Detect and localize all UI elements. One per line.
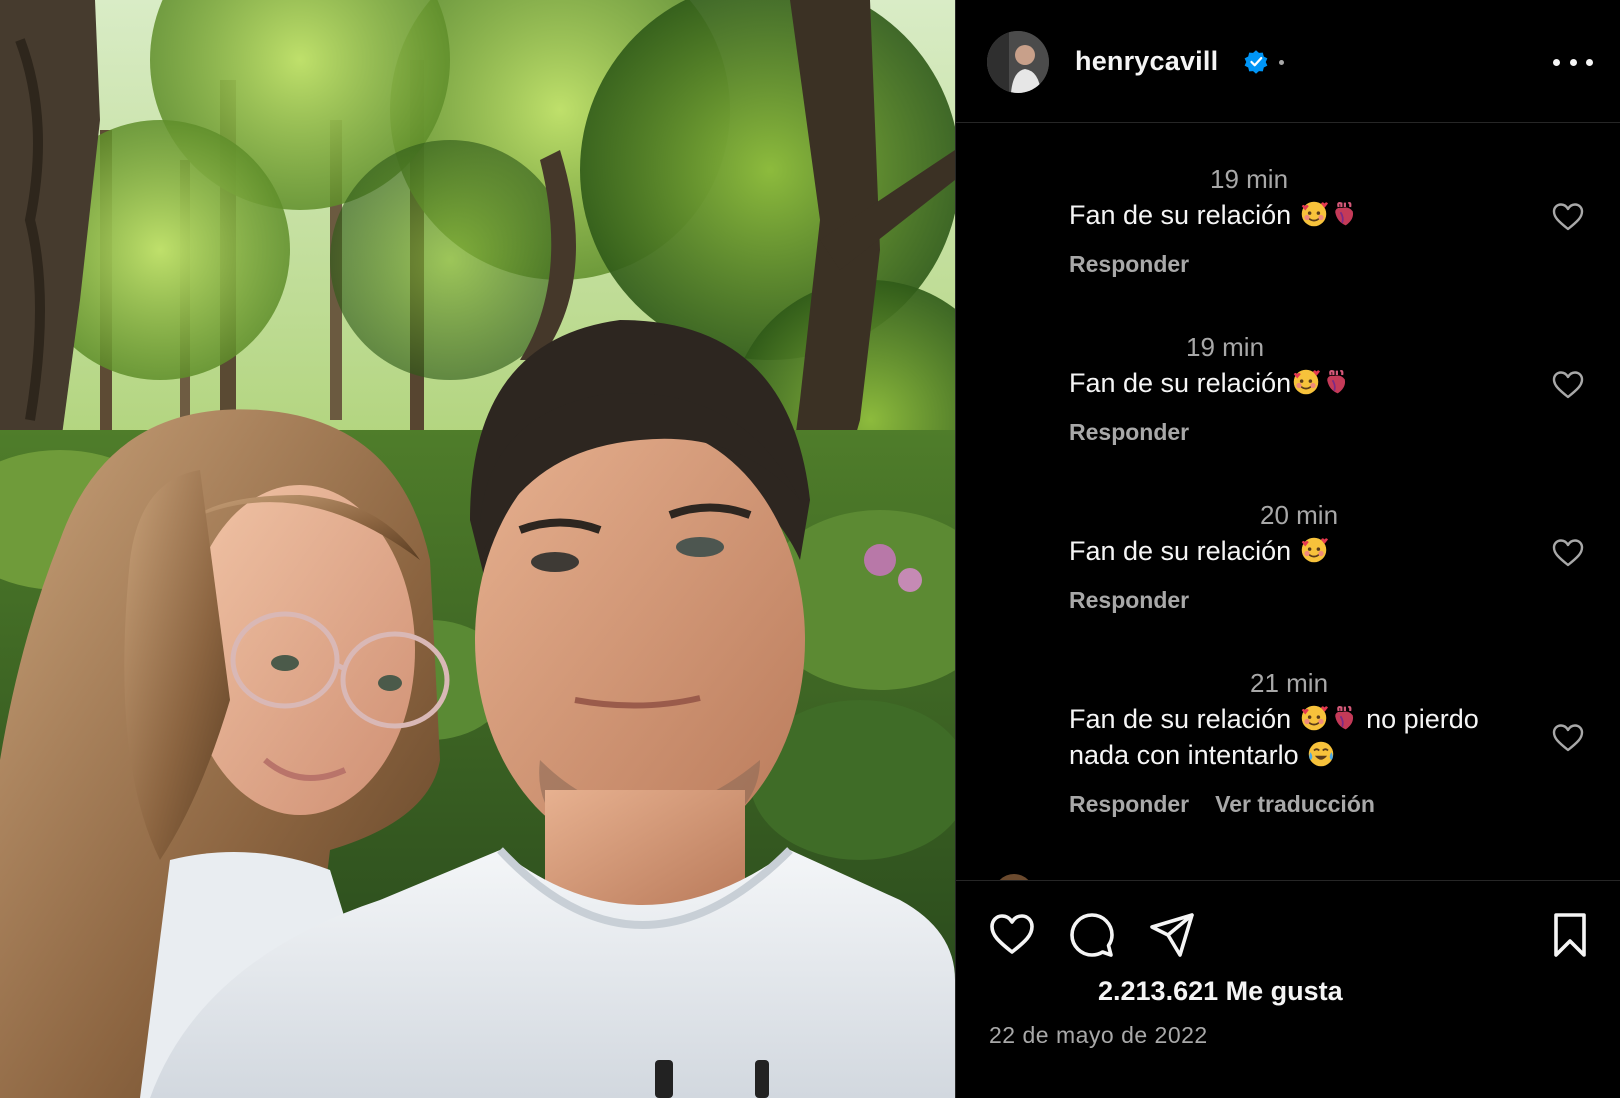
- comment-like-heart-icon[interactable]: [1552, 370, 1584, 400]
- comment-text-segment: no pierdo: [1358, 704, 1479, 734]
- comment-text: Fan de su relación: [1069, 365, 1529, 401]
- like-heart-icon[interactable]: [988, 911, 1036, 959]
- comment-text-segment: Fan de su relación: [1069, 536, 1299, 566]
- reply-button[interactable]: Responder: [1069, 419, 1189, 446]
- share-paper-plane-icon[interactable]: [1148, 911, 1196, 959]
- comments-list[interactable]: 19 min Fan de su relación Responder 19 m…: [956, 124, 1620, 880]
- comment-text-segment: nada con intentarlo: [1069, 740, 1307, 770]
- profile-avatar[interactable]: [987, 31, 1049, 93]
- comment-time: 19 min: [1186, 332, 1265, 362]
- smiling-face-with-hearts-icon: [1293, 369, 1321, 395]
- reply-button[interactable]: Responder: [1069, 791, 1189, 818]
- smiling-face-with-hearts-icon: [1301, 537, 1328, 563]
- anatomical-heart-icon: [1334, 705, 1353, 730]
- more-dot-icon: [1553, 58, 1560, 66]
- comment-bubble-icon[interactable]: [1068, 911, 1116, 959]
- smiling-face-with-hearts-icon: [1301, 705, 1328, 731]
- post-header: henrycavill: [956, 0, 1620, 123]
- see-translation-button[interactable]: Ver traducción: [1215, 791, 1375, 818]
- comment-like-heart-icon[interactable]: [1552, 202, 1584, 232]
- post-date[interactable]: 22 de mayo de 2022: [989, 1022, 1208, 1049]
- more-options-button[interactable]: [1553, 50, 1593, 74]
- comment-actions: Responder Ver traducción: [1069, 791, 1375, 818]
- reply-button[interactable]: Responder: [1069, 251, 1189, 278]
- reply-button[interactable]: Responder: [1069, 587, 1189, 614]
- post-photo[interactable]: [0, 0, 955, 1098]
- comment-time: 19 min: [1210, 164, 1289, 194]
- comment-time: 20 min: [1260, 500, 1339, 530]
- comment-text: Fan de su relación: [1069, 197, 1529, 233]
- verified-badge-icon: [1244, 50, 1268, 74]
- anatomical-heart-icon: [1334, 201, 1353, 226]
- comment-text-segment: Fan de su relación: [1069, 368, 1292, 398]
- comment-actions: Responder: [1069, 419, 1189, 446]
- likes-count[interactable]: 2.213.621 Me gusta: [1098, 976, 1343, 1007]
- comment-actions: Responder: [1069, 587, 1189, 614]
- separator-dot: [1279, 60, 1284, 65]
- more-dot-icon: [1586, 58, 1593, 66]
- instagram-post: henrycavill 19 min Fan de su relación Re…: [0, 0, 1620, 1098]
- comment-text: Fan de su relación: [1069, 533, 1529, 569]
- comment-actions: Responder: [1069, 251, 1189, 278]
- post-footer: 2.213.621 Me gusta 22 de mayo de 2022: [956, 880, 1620, 1098]
- comment-text-segment: Fan de su relación: [1069, 200, 1299, 230]
- smiling-face-with-hearts-icon: [1301, 201, 1328, 227]
- comment-text: Fan de su relación no pierdo nada con int…: [1069, 701, 1529, 773]
- save-bookmark-icon[interactable]: [1546, 911, 1594, 959]
- comment-text-segment: Fan de su relación: [1069, 704, 1299, 734]
- comment-like-heart-icon[interactable]: [1552, 538, 1584, 568]
- username[interactable]: henrycavill: [1075, 46, 1218, 77]
- comment-like-heart-icon[interactable]: [1552, 723, 1584, 753]
- comment-time: 21 min: [1250, 668, 1329, 698]
- post-side-panel: henrycavill 19 min Fan de su relación Re…: [955, 0, 1620, 1098]
- face-with-tears-of-joy-icon: [1308, 741, 1334, 767]
- anatomical-heart-icon: [1327, 369, 1346, 394]
- more-dot-icon: [1569, 58, 1577, 66]
